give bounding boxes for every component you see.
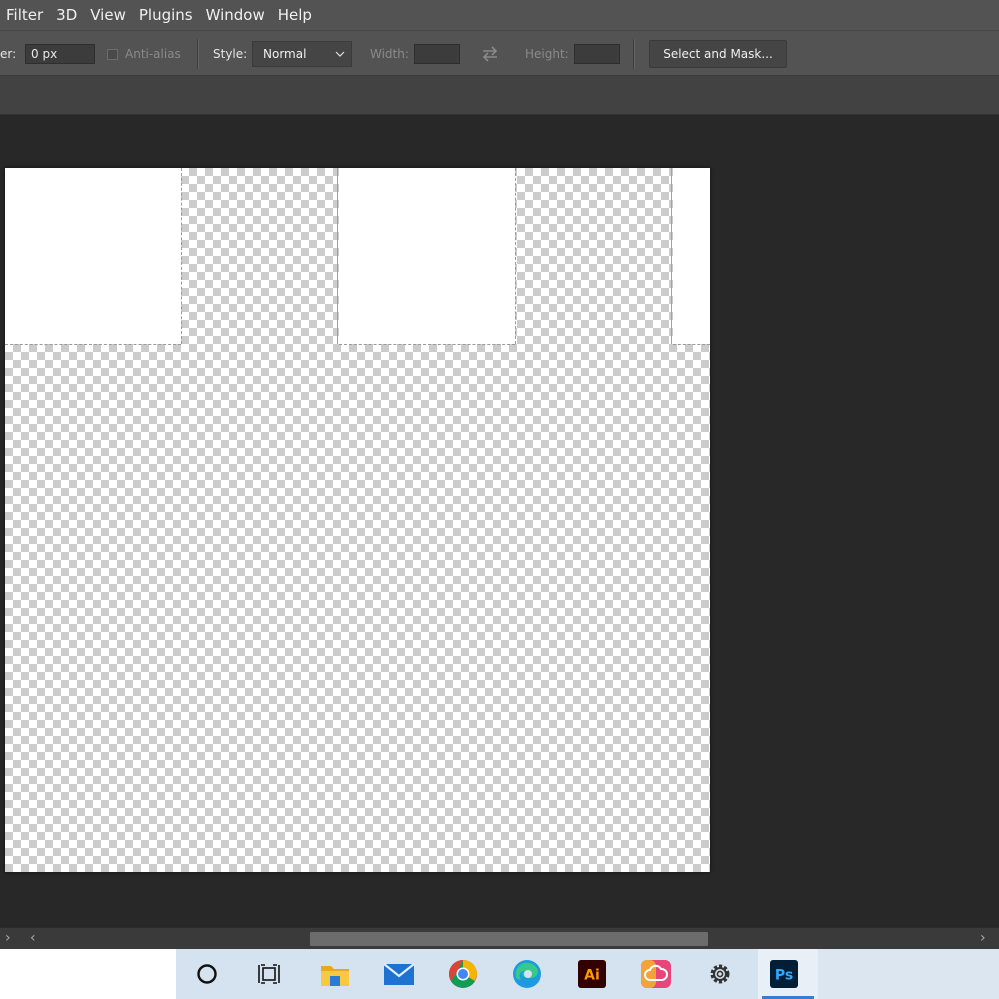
cortana-icon[interactable] [191,958,223,990]
feather-input[interactable]: 0 px [25,44,95,64]
height-label: Height: [525,47,569,61]
menu-filter[interactable]: Filter [0,0,49,30]
select-and-mask-button[interactable]: Select and Mask... [649,40,787,68]
antialias-label: Anti-alias [125,47,181,61]
height-input[interactable] [574,44,620,64]
width-input[interactable] [414,44,460,64]
style-label: Style: [213,47,248,61]
scroll-left-icon[interactable]: ‹ [30,930,36,946]
menu-help[interactable]: Help [271,0,318,30]
taskbar-tray-area [816,949,999,999]
style-select[interactable]: Normal [252,41,352,67]
expand-panel-icon[interactable]: › [5,930,11,946]
selection-edge [5,344,181,345]
white-square [5,168,181,344]
options-bar: er: 0 px Anti-alias Style: Normal Width:… [0,30,999,76]
swap-icon[interactable] [480,46,500,62]
taskbar-blank-area [0,949,176,999]
style-select-value: Normal [263,47,307,61]
chrome-icon[interactable] [447,958,479,990]
task-view-icon[interactable] [254,958,286,990]
options-separator [633,39,635,69]
mail-icon[interactable] [383,958,415,990]
options-separator [197,39,199,69]
width-label: Width: [370,47,409,61]
white-square [339,168,515,344]
menu-plugins[interactable]: Plugins [132,0,199,30]
chevron-down-icon [335,51,345,57]
feather-label: er: [0,47,17,61]
selection-edge [515,168,516,344]
file-explorer-icon[interactable] [319,958,351,990]
creative-cloud-icon[interactable] [640,958,672,990]
document-canvas[interactable] [5,168,710,872]
scrollbar-thumb[interactable] [310,932,708,946]
white-square [673,168,710,344]
guide-line[interactable] [337,168,338,344]
menu-3d[interactable]: 3D [49,0,83,30]
menu-bar: Filter 3D View Plugins Window Help [0,0,999,30]
settings-icon[interactable] [704,958,736,990]
photoshop-icon-label: Ps [775,968,793,984]
photoshop-icon[interactable]: Ps [768,958,800,990]
scroll-right-icon[interactable]: › [980,930,986,946]
selection-edge [181,168,182,344]
selection-edge [339,344,515,345]
antialias-checkbox[interactable] [107,48,118,60]
guide-line[interactable] [671,168,672,344]
illustrator-icon-label: Ai [584,968,600,984]
edge-icon[interactable] [511,958,543,990]
document-tab-strip [0,76,999,115]
taskbar: Ai Ps [176,949,999,999]
selection-edge [673,344,710,345]
menu-view[interactable]: View [83,0,132,30]
illustrator-icon[interactable]: Ai [576,958,608,990]
horizontal-scrollbar[interactable]: › ‹ › [0,927,999,950]
menu-window[interactable]: Window [199,0,271,30]
